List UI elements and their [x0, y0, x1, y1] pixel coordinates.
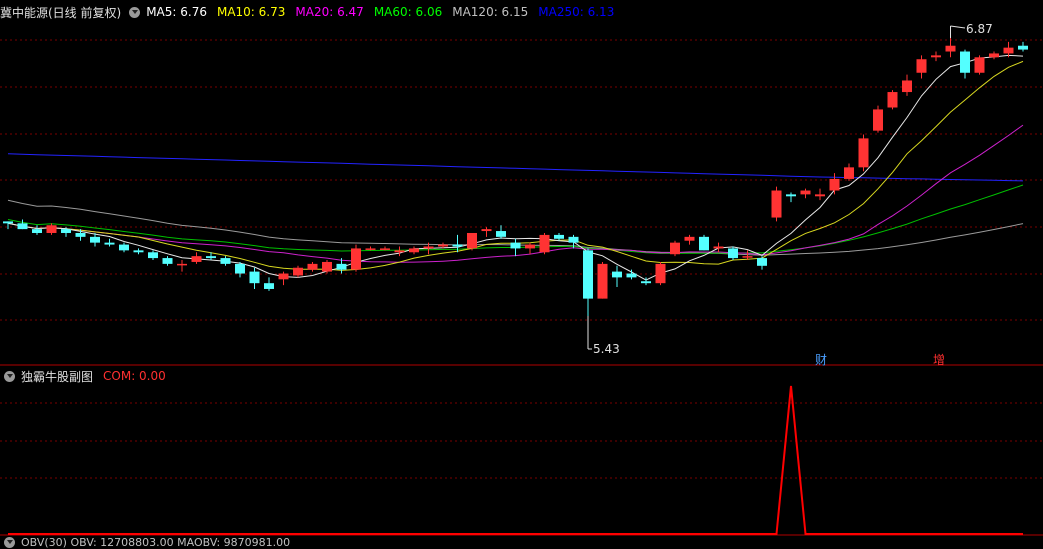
low-price-label: 5.43 [593, 342, 620, 356]
candle-body [554, 234, 564, 239]
candle-body [916, 59, 927, 73]
candle-body [742, 256, 753, 258]
candle-body [278, 273, 289, 280]
com-value-label: COM: 0.00 [103, 369, 166, 383]
candle-body [264, 283, 274, 289]
candle-body [322, 261, 332, 272]
candle-body [75, 232, 86, 237]
candle-body [670, 242, 680, 255]
candle-body [452, 244, 463, 247]
candle-body [684, 236, 695, 241]
candle-body [249, 271, 260, 284]
candle-body [17, 223, 28, 230]
settings-icon[interactable] [129, 6, 141, 18]
candle-body [467, 232, 477, 249]
candle-body [655, 263, 666, 284]
candle-body [887, 92, 898, 108]
candle-body [597, 263, 608, 299]
candle-body [525, 244, 535, 249]
candle-body [293, 267, 303, 276]
ma-indicator-1: MA10: 6.73 [216, 5, 286, 19]
sub-header: 独霸牛股副图 COM: 0.00 [0, 366, 176, 386]
candle-body [612, 271, 622, 278]
candle-body [539, 234, 550, 253]
candle-body [728, 248, 738, 259]
candle-body [510, 242, 521, 249]
candle-body [1018, 45, 1028, 50]
candle-body [438, 244, 448, 247]
candle-body [800, 190, 811, 195]
candle-body [945, 45, 956, 52]
ma250-line [7, 153, 1024, 182]
high-price-label: 6.87 [966, 22, 993, 36]
candle-body [365, 248, 376, 250]
candle-body [974, 57, 985, 73]
candle-body [90, 236, 100, 243]
candle-body [568, 236, 579, 243]
candle-body [960, 51, 970, 73]
candle-body [162, 258, 173, 264]
candle-body [206, 256, 216, 259]
candle-body [220, 258, 231, 264]
candle-body [931, 55, 941, 58]
bottom-header: OBV(30) OBV: 12708803.00 MAOBV: 9870981.… [0, 535, 291, 549]
event-tag-increase[interactable]: 增 [933, 351, 945, 368]
candle-body [771, 190, 782, 218]
candle-body [786, 194, 796, 197]
candle-body [394, 250, 405, 253]
candle-body [133, 250, 144, 253]
candle-body [815, 194, 825, 197]
candle-body [191, 256, 202, 262]
sub-chart-title: 独霸牛股副图 [21, 369, 94, 384]
candle-body [496, 231, 506, 237]
candle-body [873, 109, 883, 131]
candle-body [46, 225, 57, 233]
com-line [8, 385, 1023, 535]
candle-body [902, 80, 912, 93]
candle-body [119, 244, 129, 251]
candle-body [104, 242, 115, 245]
ma-indicator-3: MA60: 6.06 [373, 5, 443, 19]
high-marker-arrow [950, 25, 966, 29]
event-tag-finance[interactable]: 财 [815, 351, 827, 368]
candle-body [177, 263, 187, 266]
candle-body [1003, 47, 1014, 54]
settings-icon[interactable] [4, 536, 15, 548]
candle-body [380, 248, 390, 250]
candle-body [713, 246, 724, 249]
candle-body [336, 263, 347, 270]
ma-indicator-4: MA120: 6.15 [452, 5, 529, 19]
candle-body [148, 252, 158, 259]
candle-body [829, 178, 840, 191]
candle-body [626, 273, 637, 278]
candle-body [409, 248, 419, 253]
candle-body [32, 229, 42, 233]
candle-body [235, 263, 245, 274]
obv-indicator-text: OBV(30) OBV: 12708803.00 MAOBV: 9870981.… [21, 535, 291, 549]
candle-body [307, 263, 318, 270]
ma-indicator-2: MA20: 6.47 [295, 5, 364, 19]
candle-body [641, 281, 651, 284]
settings-icon[interactable] [4, 370, 15, 382]
candle-body [757, 258, 767, 266]
main-header: 冀中能源(日线 前复权) MA5: 6.76 MA10: 6.73 MA20: 6.… [0, 2, 624, 22]
candle-body [423, 246, 434, 249]
chart-canvas[interactable] [0, 0, 1043, 544]
stock-title: 冀中能源(日线 前复权) [0, 5, 122, 20]
candle-body [3, 221, 13, 224]
candle-body [481, 229, 492, 232]
candle-body [989, 53, 999, 58]
candle-body [583, 250, 593, 299]
candle-body [351, 248, 361, 270]
ma-indicator-5: MA250: 6.13 [538, 5, 615, 19]
ma-indicator-list: MA5: 6.76 MA10: 6.73 MA20: 6.47 MA60: 6.06 M… [146, 5, 624, 19]
candle-body [61, 229, 71, 233]
candle-body [844, 167, 854, 179]
candle-body [858, 138, 869, 168]
ma-indicator-0: MA5: 6.76 [146, 5, 207, 19]
candle-body [699, 236, 709, 251]
